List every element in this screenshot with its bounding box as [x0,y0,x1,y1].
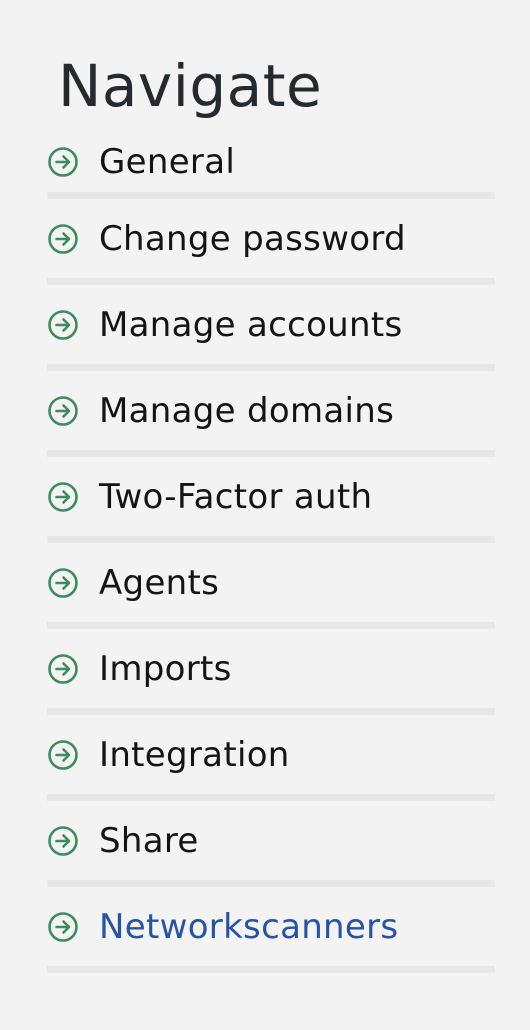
arrow-right-circle-icon [47,739,79,771]
nav-item-label: Two-Factor auth [99,476,373,517]
nav-item-change-password[interactable]: Change password [47,199,495,285]
nav-item-agents[interactable]: Agents [47,543,495,629]
nav-item-integration[interactable]: Integration [47,715,495,801]
arrow-right-circle-icon [47,223,79,255]
nav-item-networkscanners[interactable]: Networkscanners [47,887,495,973]
nav-item-imports[interactable]: Imports [47,629,495,715]
arrow-right-circle-icon [47,567,79,599]
panel-title: Navigate [58,52,323,120]
nav-item-label: Share [99,820,199,861]
navigate-panel: Navigate General Change password Manage ac… [0,0,530,1030]
nav-item-label: Manage domains [99,390,395,431]
nav-item-manage-domains[interactable]: Manage domains [47,371,495,457]
nav-list: General Change password Manage accounts Man… [47,132,495,973]
arrow-right-circle-icon [47,911,79,943]
arrow-right-circle-icon [47,395,79,427]
arrow-right-circle-icon [47,146,79,178]
nav-item-share[interactable]: Share [47,801,495,887]
nav-item-label: General [99,142,236,182]
arrow-right-circle-icon [47,309,79,341]
nav-item-general[interactable]: General [47,132,495,199]
nav-item-label: Change password [99,218,406,259]
arrow-right-circle-icon [47,653,79,685]
nav-item-manage-accounts[interactable]: Manage accounts [47,285,495,371]
nav-item-two-factor-auth[interactable]: Two-Factor auth [47,457,495,543]
nav-item-label: Integration [99,734,290,775]
arrow-right-circle-icon [47,825,79,857]
arrow-right-circle-icon [47,481,79,513]
nav-item-label: Agents [99,562,220,603]
nav-item-label: Networkscanners [99,906,399,947]
nav-item-label: Manage accounts [99,304,403,345]
nav-item-label: Imports [99,648,232,689]
